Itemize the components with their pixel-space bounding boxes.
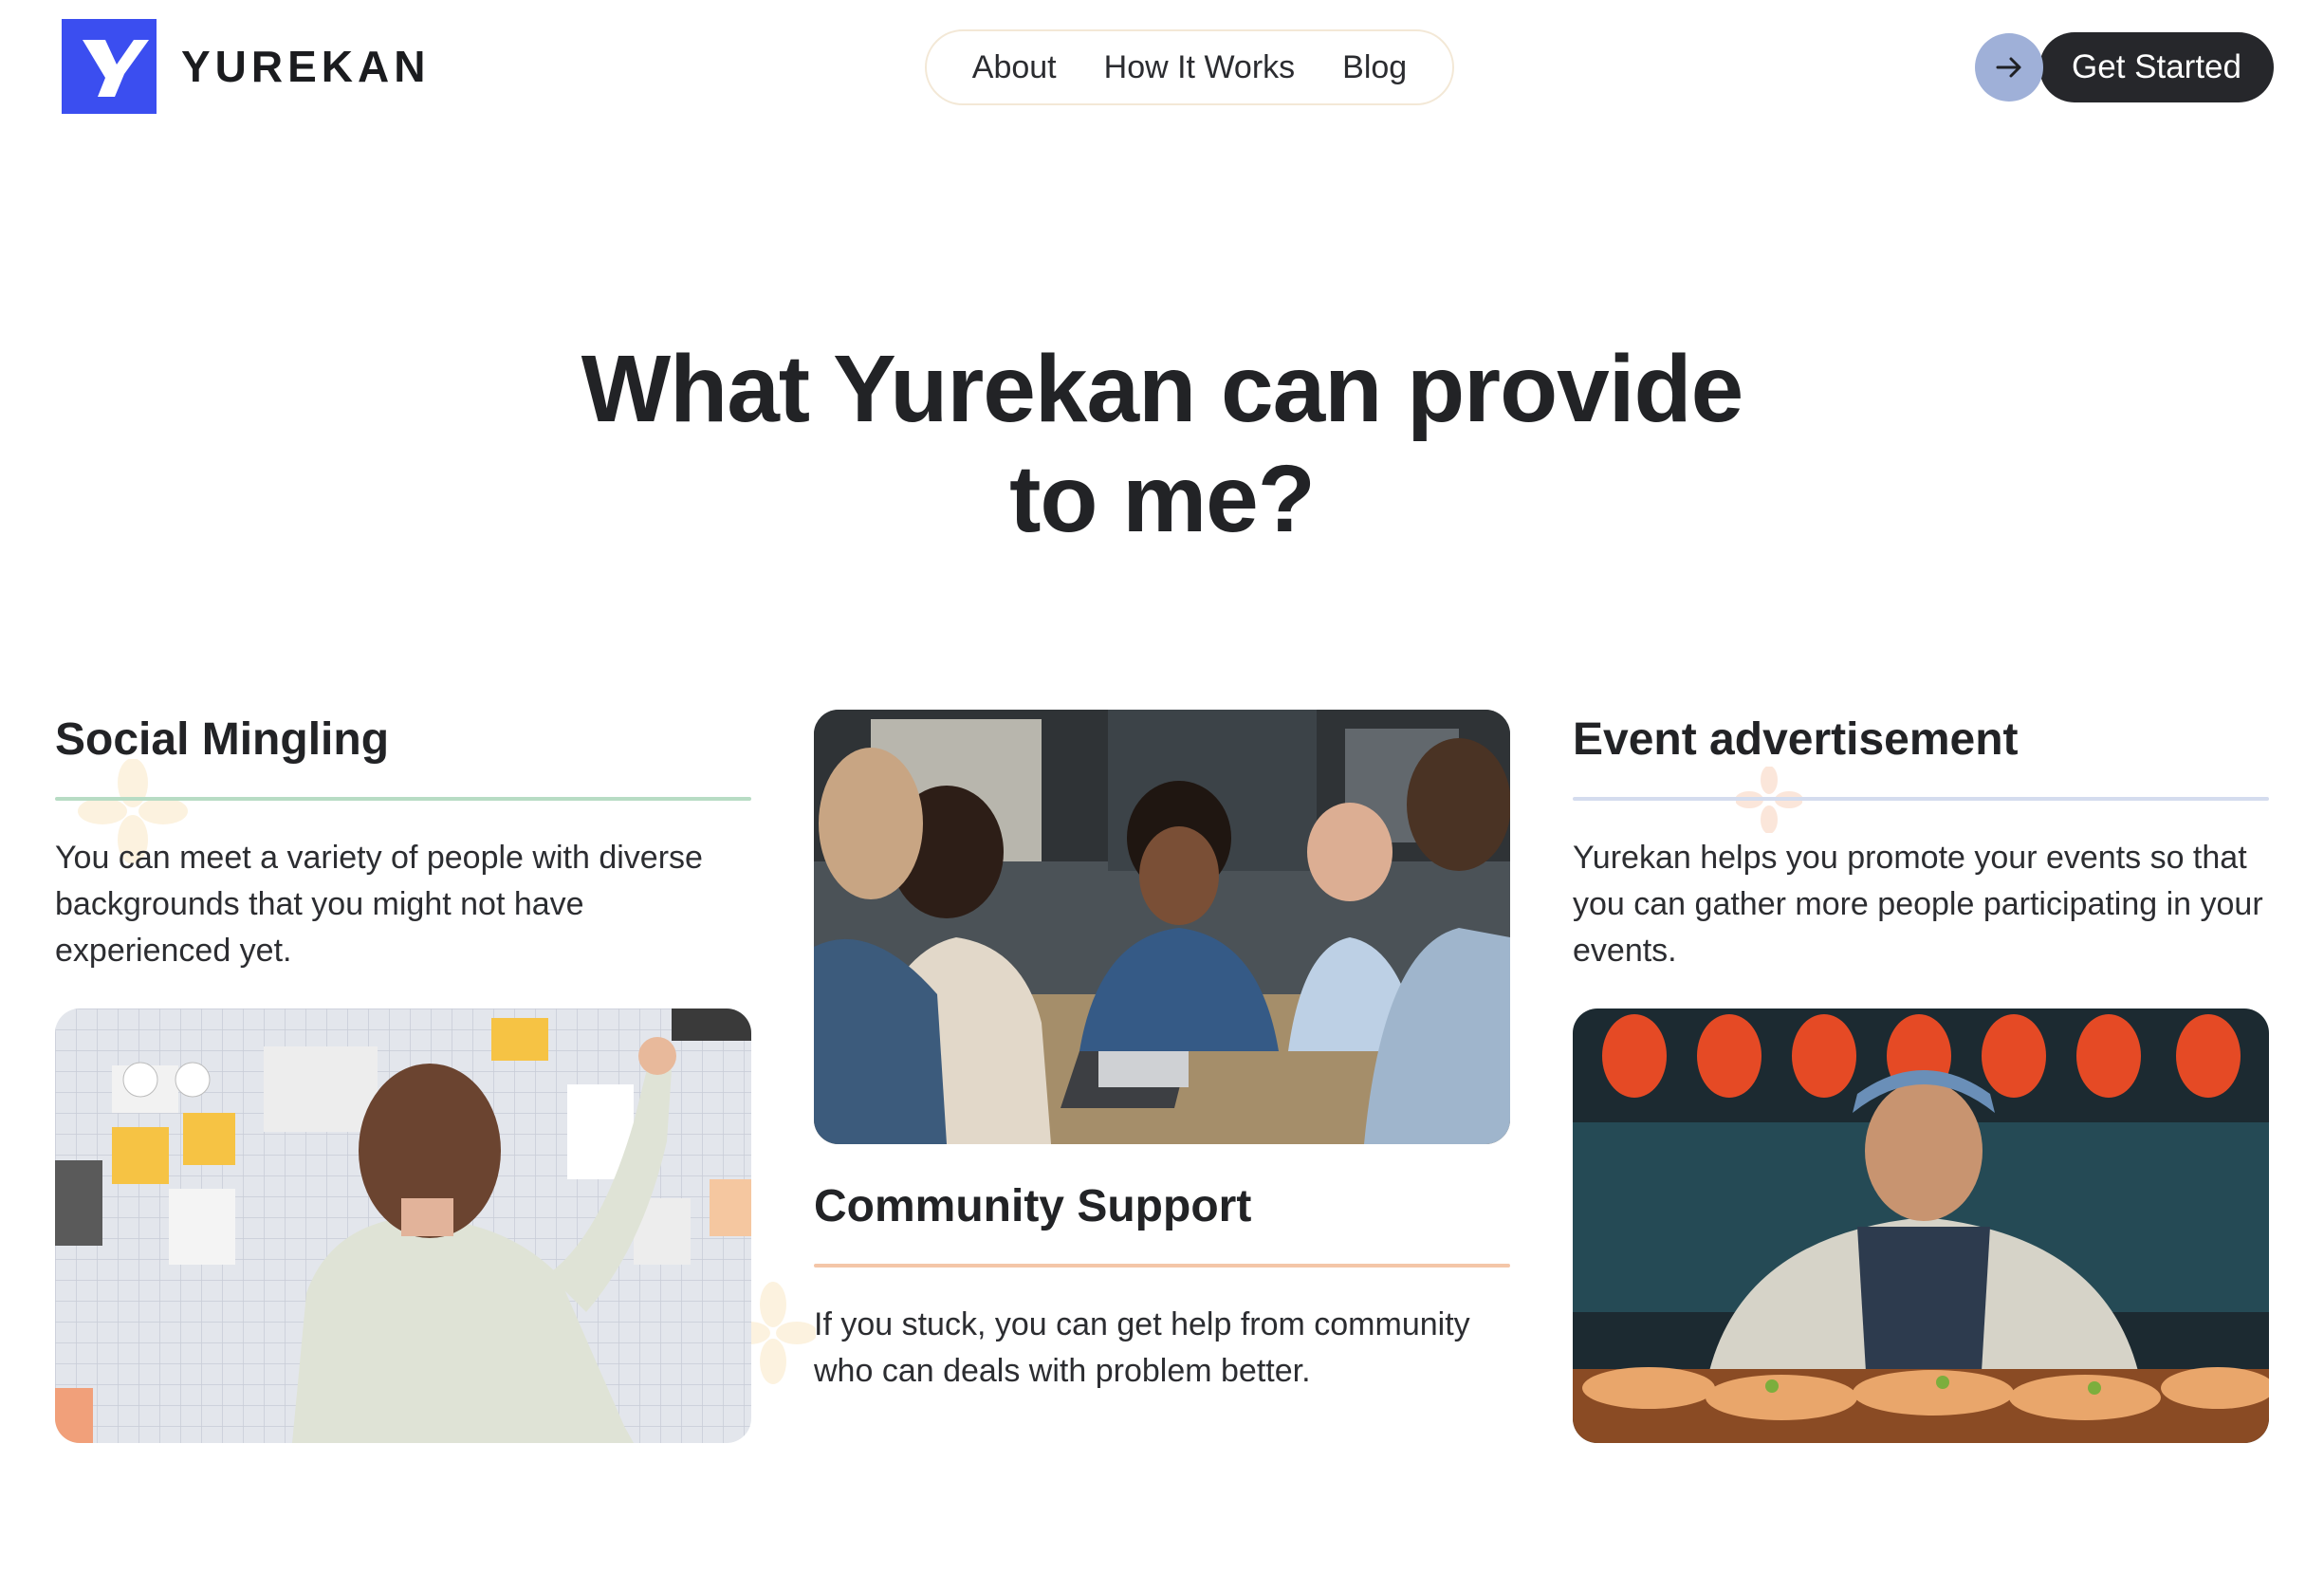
main-nav: About How It Works Blog [925,29,1454,105]
community-support-photo [814,710,1510,1144]
hero-title-line1: What Yurekan can provide [581,336,1744,442]
card-event-advertisement: Event advertisement Yurekan helps you pr… [1573,702,2269,1443]
nav-link-how-it-works[interactable]: How It Works [1104,49,1296,86]
card-description: You can meet a variety of people with di… [55,840,703,969]
nav-link-blog[interactable]: Blog [1342,49,1407,86]
brand-name: YUREKAN [181,42,431,91]
card-description: If you stuck, you can get help from comm… [814,1306,1470,1389]
logo-icon [62,19,157,114]
card-divider [1573,797,2269,801]
event-advertisement-photo [1573,1009,2269,1443]
card-divider [55,797,751,801]
card-title: Social Mingling [55,714,390,765]
page: YUREKAN About How It Works Blog Get Star… [0,0,2324,1573]
hero-title: What Yurekan can provide to me? [0,334,2324,554]
brand-logo[interactable]: YUREKAN [62,19,430,114]
card-community-support: Community Support If you stuck, you can … [814,710,1510,1395]
arrow-right-icon[interactable] [1975,33,2043,102]
card-divider [814,1264,1510,1268]
card-title: Community Support [814,1181,1252,1231]
nav-link-about[interactable]: About [972,49,1057,86]
card-description: Yurekan helps you promote your events so… [1573,840,2263,969]
social-mingling-photo [55,1009,751,1443]
card-title: Event advertisement [1573,714,2019,765]
card-social-mingling: Social Mingling You can meet a variety o… [55,702,751,1443]
hero-title-line2: to me? [1009,446,1316,552]
get-started-button[interactable]: Get Started [2039,32,2274,102]
get-started-group: Get Started [1975,32,2274,102]
